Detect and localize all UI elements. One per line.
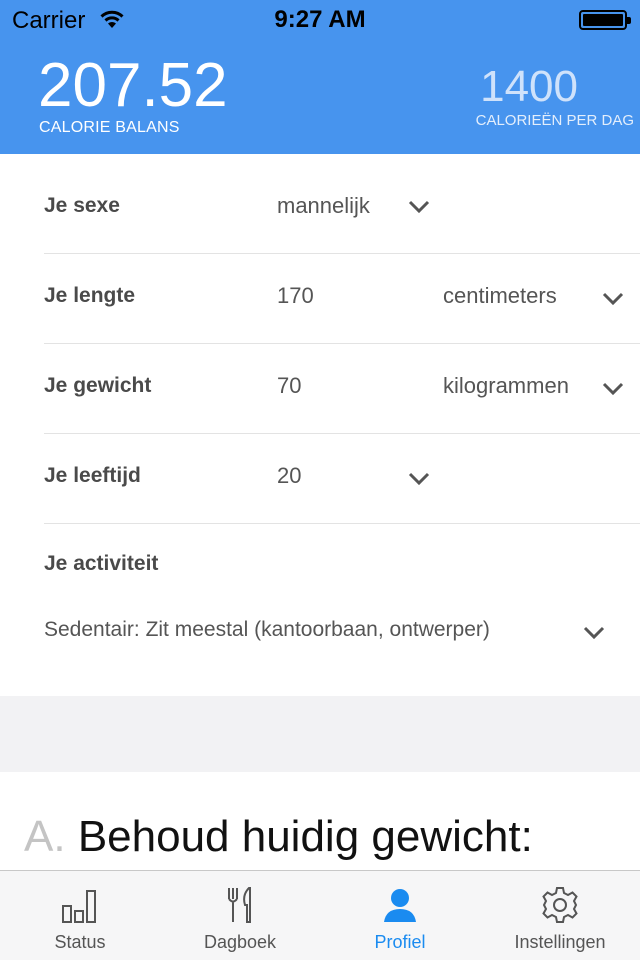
weight-input[interactable]: 70 [277,373,301,399]
clock-time: 9:27 AM [274,6,366,33]
age-label: Je leeftijd [44,464,141,487]
weight-label: Je gewicht [44,374,152,397]
chevron-down-icon[interactable] [602,382,624,396]
calories-per-day-label: CALORIEËN PER DAG [475,112,634,129]
sex-row[interactable]: Je sexe mannelijk [44,164,640,254]
tab-profiel-label: Profiel [374,932,426,952]
tab-profiel[interactable]: Profiel [320,871,480,960]
battery-icon [579,10,631,30]
calorie-balance-value: 207.52 [38,51,228,120]
chevron-down-icon[interactable] [583,626,605,640]
tab-dagboek[interactable]: Dagboek [160,871,320,960]
weight-unit-select[interactable]: kilogrammen [443,373,569,399]
tab-dagboek-label: Dagboek [203,932,277,952]
fork-knife-icon [220,885,260,925]
height-input[interactable]: 170 [277,283,314,309]
height-row[interactable]: Je lengte 170 centimeters [44,254,640,344]
gear-icon [540,885,580,925]
activity-select[interactable]: Sedentair: Zit meestal (kantoorbaan, ont… [44,618,490,642]
weight-row[interactable]: Je gewicht 70 kilogrammen [44,344,640,434]
tab-status[interactable]: Status [0,871,160,960]
chevron-down-icon[interactable] [408,200,430,214]
chevron-down-icon[interactable] [602,292,624,306]
section-divider [0,696,640,772]
calorie-header: 207.52 CALORIE BALANS 1400 CALORIEËN PER… [0,40,640,154]
age-select[interactable]: 20 [277,463,301,489]
height-unit-select[interactable]: centimeters [443,283,557,309]
calorie-balance-label: CALORIE BALANS [39,119,180,136]
activity-label: Je activiteit [44,552,159,575]
person-icon [380,885,420,925]
tab-instellingen-label: Instellingen [514,932,606,952]
status-bar: Carrier 9:27 AM [0,0,640,40]
goal-heading: A. Behoud huidig gewicht: [24,812,533,862]
goal-letter: A. [24,812,66,861]
goal-title: Behoud huidig gewicht: [77,812,533,861]
tab-bar: Status Dagboek Profiel Instellingen [0,870,640,960]
age-row[interactable]: Je leeftijd 20 [44,434,640,524]
sex-select[interactable]: mannelijk [277,193,370,219]
chevron-down-icon[interactable] [408,472,430,486]
profile-form: Je sexe mannelijk Je lengte 170 centimet… [0,154,640,696]
bar-chart-icon [60,885,100,925]
sex-label: Je sexe [44,194,120,217]
calories-per-day-value: 1400 [480,62,578,111]
tab-instellingen[interactable]: Instellingen [480,871,640,960]
height-label: Je lengte [44,284,136,307]
tab-status-label: Status [54,932,106,952]
